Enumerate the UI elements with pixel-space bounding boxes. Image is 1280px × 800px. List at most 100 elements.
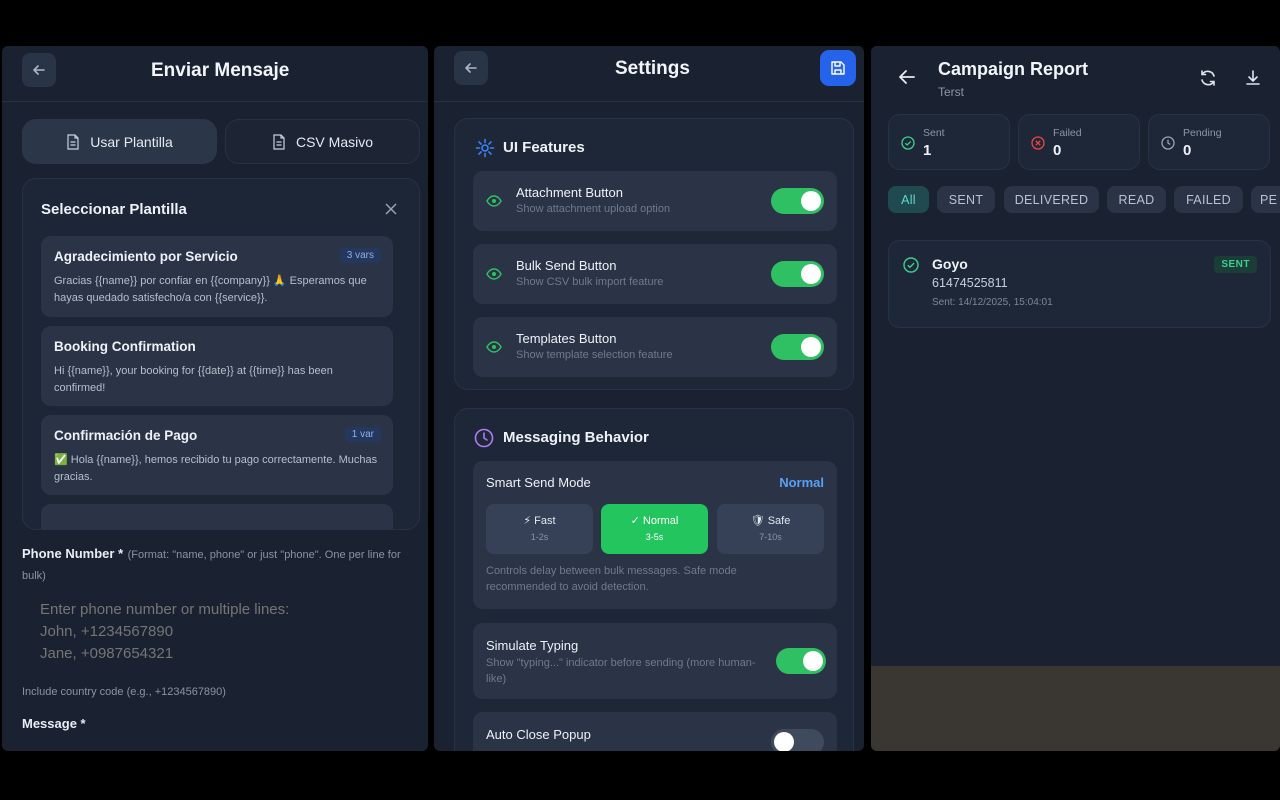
close-icon[interactable] [385,203,397,215]
campaign-name: Terst [938,85,965,99]
settings-panel: Settings UI Features Attachment Button S… [434,46,864,751]
status-badge: SENT [1214,256,1257,273]
stat-pending: Pending 0 [1148,114,1270,170]
mode-range: 3-5s [645,532,664,542]
template-name: Confirmación de Pago [54,428,198,443]
auto-close-card: Auto Close Popup [473,712,837,751]
bulk-send-toggle[interactable] [771,261,824,287]
send-message-panel: Enviar Mensaje Usar Plantilla CSV Masivo… [2,46,428,751]
refresh-icon[interactable] [1199,69,1217,87]
ui-features-section: UI Features Attachment Button Show attac… [454,118,854,390]
feature-name: Bulk Send Button [516,258,617,273]
back-button[interactable] [22,53,56,87]
mode-range: 7-10s [759,532,782,542]
use-template-button[interactable]: Usar Plantilla [22,119,217,164]
feature-desc: Show template selection feature [516,349,673,361]
sent-timestamp: Sent: 14/12/2025, 15:04:01 [932,297,1053,308]
filter-delivered[interactable]: DELIVERED [1004,186,1099,213]
stat-label: Sent [923,127,945,139]
campaign-report-panel: Campaign Report Terst Sent 1 Failed 0 Pe… [871,46,1280,751]
download-icon[interactable] [1245,69,1261,87]
arrow-left-icon [465,63,477,73]
csv-bulk-label: CSV Masivo [295,133,374,150]
template-card[interactable]: Confirmación de Pago 1 var ✅ Hola {{name… [41,415,393,495]
use-template-label: Usar Plantilla [90,133,173,150]
mode-safe-button[interactable]: 🛡 Safe 7-10s [717,504,824,554]
template-card[interactable]: Agradecimiento por Servicio 3 vars Graci… [41,236,393,317]
template-card[interactable]: Booking Confirmation Hi {{name}}, your b… [41,326,393,406]
arrow-left-icon[interactable] [898,69,916,85]
smart-send-label: Smart Send Mode [486,475,591,490]
page-title: Settings [615,58,690,79]
autoclose-label: Auto Close Popup [486,727,591,742]
filter-read[interactable]: READ [1107,186,1166,213]
message-label: Message * [22,716,86,731]
stat-value: 1 [923,142,932,159]
feature-row-attachment: Attachment Button Show attachment upload… [473,171,837,231]
phone-input[interactable] [22,591,420,674]
template-name: Agradecimiento por Servicio [54,249,238,264]
bottom-area [871,666,1280,751]
messaging-behavior-section: Messaging Behavior Smart Send Mode Norma… [454,408,854,751]
save-button[interactable] [820,50,856,86]
save-icon [831,61,845,75]
feature-row-templates: Templates Button Show template selection… [473,317,837,377]
mode-normal-button[interactable]: ✓ Normal 3-5s [601,504,708,554]
simulate-typing-card: Simulate Typing Show "typing..." indicat… [473,623,837,699]
stat-value: 0 [1183,142,1192,159]
template-vars-badge: 3 vars [339,248,381,263]
section-title: Messaging Behavior [503,429,649,446]
settings-header: Settings [434,46,864,102]
arrow-left-icon [33,65,45,75]
filter-failed[interactable]: FAILED [1174,186,1243,213]
recipient-name: Goyo [932,256,968,272]
filter-pending[interactable]: PE [1251,186,1280,213]
mode-name: ⚡ Fast [523,515,556,527]
stat-label: Pending [1183,127,1222,139]
template-body: ✅ Hola {{name}}, hemos recibido tu pago … [54,454,378,483]
mode-name: 🛡 Safe [750,515,791,527]
page-title: Enviar Mensaje [151,60,290,81]
template-body: Gracias {{name}} por confiar en {{compan… [54,275,367,304]
document-icon [67,133,79,150]
gear-icon [475,138,495,158]
simulate-label: Simulate Typing [486,638,579,653]
check-circle-icon [903,257,919,273]
eye-icon [486,195,502,207]
smart-send-card: Smart Send Mode Normal ⚡ Fast 1-2s ✓ Nor… [473,461,837,609]
smart-send-value: Normal [779,475,824,490]
clock-icon [474,428,494,448]
feature-row-bulk-send: Bulk Send Button Show CSV bulk import fe… [473,244,837,304]
feature-desc: Show CSV bulk import feature [516,276,664,288]
stat-label: Failed [1053,127,1082,139]
page-title: Campaign Report [938,59,1089,79]
filter-all[interactable]: All [888,186,929,213]
templates-toggle[interactable] [771,334,824,360]
simulate-typing-toggle[interactable] [776,648,826,674]
template-card[interactable] [41,504,393,529]
mode-fast-button[interactable]: ⚡ Fast 1-2s [486,504,593,554]
mode-note: Controls delay between bulk messages. Sa… [486,565,737,593]
eye-icon [486,268,502,280]
template-picker-modal: Seleccionar Plantilla Agradecimiento por… [22,178,420,530]
auto-close-toggle[interactable] [771,729,824,751]
csv-bulk-button[interactable]: CSV Masivo [225,119,420,164]
clock-icon [1161,136,1175,150]
send-header: Enviar Mensaje [2,46,428,102]
back-button[interactable] [454,51,488,85]
recipient-phone: 61474525811 [932,276,1008,290]
recipient-row[interactable]: Goyo 61474525811 Sent: 14/12/2025, 15:04… [888,240,1271,328]
spreadsheet-icon [273,133,285,150]
modal-title: Seleccionar Plantilla [41,201,187,218]
eye-icon [486,341,502,353]
template-name: Booking Confirmation [54,339,196,354]
phone-note: Include country code (e.g., +1234567890) [22,686,226,698]
template-vars-badge: 1 var [344,427,381,442]
feature-desc: Show attachment upload option [516,203,671,215]
attachment-toggle[interactable] [771,188,824,214]
mode-name: ✓ Normal [630,515,679,527]
check-circle-icon [901,136,915,150]
x-circle-icon [1031,136,1045,150]
simulate-desc: Show "typing..." indicator before sendin… [486,657,756,685]
filter-sent[interactable]: SENT [937,186,995,213]
